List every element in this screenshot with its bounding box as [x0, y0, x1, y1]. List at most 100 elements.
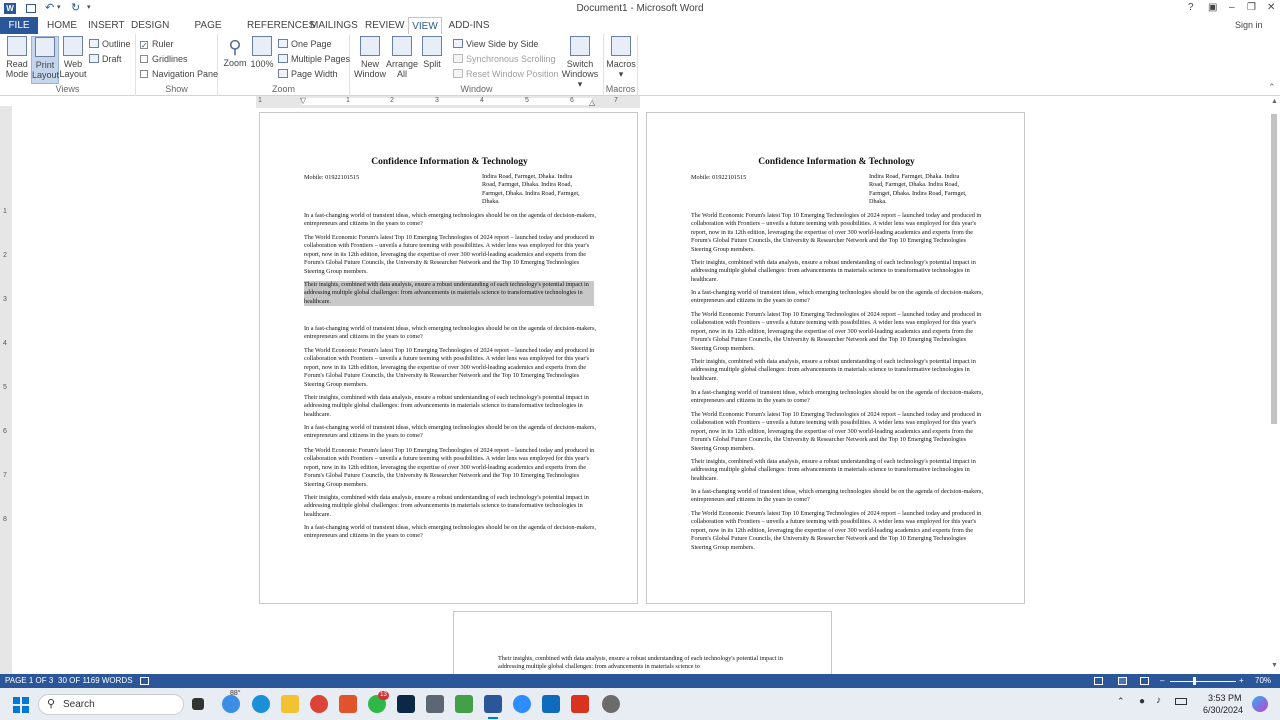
customize-toolbar-icon[interactable]: ▾ [87, 3, 91, 11]
scroll-down-icon[interactable]: ▼ [1271, 662, 1278, 669]
synchronous-scrolling-button[interactable]: Synchronous Scrolling [453, 53, 556, 66]
scrollbar-thumb[interactable] [1271, 114, 1277, 424]
print-layout-view-icon[interactable] [1118, 677, 1127, 685]
gridlines-checkbox[interactable]: Gridlines [140, 53, 188, 66]
ribbon-display-icon[interactable]: ▣ [1208, 2, 1217, 13]
scroll-up-icon[interactable]: ▲ [1271, 98, 1278, 105]
acrobat-icon[interactable] [571, 695, 589, 713]
zoom-level[interactable]: 70% [1255, 674, 1271, 688]
tab-home[interactable]: HOME [44, 17, 80, 34]
file-explorer-icon[interactable] [281, 695, 299, 713]
draft-button[interactable]: Draft [89, 53, 122, 66]
read-mode-view-icon[interactable] [1094, 677, 1103, 685]
tab-add-ins[interactable]: ADD-INS [448, 17, 490, 34]
volume-icon[interactable]: ♪ [1156, 695, 1161, 706]
ribbon-view: Read Mode Print Layout Web Layout Outlin… [0, 34, 1280, 96]
task-view-icon[interactable] [192, 698, 204, 710]
zoom-slider-thumb[interactable] [1193, 677, 1196, 685]
save-icon[interactable] [26, 4, 36, 13]
title-bar: W ↶ ▾ ↻ ▾ Document1 - Microsoft Word ? ▣… [0, 0, 1280, 17]
tab-file[interactable]: FILE [0, 17, 38, 34]
app-icon[interactable] [455, 695, 473, 713]
zoom-out-icon[interactable]: – [1160, 674, 1164, 688]
taskbar-search[interactable]: ⚲ Search [38, 694, 184, 715]
restore-icon[interactable]: ❐ [1247, 2, 1256, 13]
tab-review[interactable]: REVIEW [365, 17, 404, 34]
page-count[interactable]: PAGE 1 OF 3 [5, 674, 53, 688]
copilot-icon[interactable] [1252, 696, 1268, 712]
weather-icon[interactable] [222, 695, 240, 713]
indent-marker-icon[interactable]: ▽ [300, 96, 306, 105]
magnifier-icon: ⚲ [228, 37, 242, 57]
tab-design[interactable]: DESIGN [131, 17, 169, 34]
zoom-100-button[interactable]: 100% [250, 36, 274, 69]
split-button[interactable]: Split [418, 36, 446, 69]
brave-icon[interactable] [339, 695, 357, 713]
zoom-button[interactable]: ⚲ Zoom [222, 36, 248, 68]
paragraph: The World Economic Forum's latest Top 10… [691, 510, 982, 551]
help-icon[interactable]: ? [1188, 2, 1194, 13]
paragraph: The World Economic Forum's latest Top 10… [691, 311, 982, 352]
word-taskbar-icon[interactable] [484, 695, 502, 713]
web-layout-button[interactable]: Web Layout [59, 36, 87, 79]
collapse-ribbon-icon[interactable]: ⌃ [1268, 82, 1276, 93]
clock-date[interactable]: 6/30/2024 [1203, 705, 1243, 715]
ruler-checkbox[interactable]: ✓ Ruler [140, 38, 174, 51]
close-icon[interactable]: ✕ [1267, 2, 1275, 13]
whatsapp-badge: 13 [378, 691, 389, 700]
clock-time[interactable]: 3:53 PM [1208, 693, 1242, 703]
redo-icon[interactable]: ↻ [71, 1, 80, 14]
windows-start-icon[interactable] [13, 697, 29, 713]
paragraph: Their insights, combined with data analy… [691, 358, 976, 382]
mobile-text: Mobile: 01922101515 [304, 174, 360, 181]
zoom-slider[interactable] [1170, 681, 1236, 682]
tray-chevron-icon[interactable]: ⌃ [1117, 696, 1125, 707]
page-width-button[interactable]: Page Width [278, 68, 338, 81]
navigation-pane-checkbox[interactable]: Navigation Pane [140, 68, 218, 81]
page-1[interactable]: Confidence Information & Technology Mobi… [259, 112, 638, 604]
proofing-icon[interactable] [140, 677, 149, 685]
tab-view[interactable]: VIEW [408, 17, 442, 35]
tab-insert[interactable]: INSERT [88, 17, 125, 34]
vertical-ruler[interactable]: 1 2 3 4 5 6 7 8 [0, 106, 12, 676]
calculator-icon[interactable] [426, 695, 444, 713]
tab-page-layout[interactable]: PAGE LAYOUT [178, 17, 238, 48]
tab-mailings[interactable]: MAILINGS [310, 17, 358, 34]
right-indent-marker-icon[interactable]: △ [589, 98, 595, 107]
print-layout-button[interactable]: Print Layout [31, 36, 59, 84]
settings-icon[interactable] [602, 695, 620, 713]
outlook-icon[interactable] [542, 695, 560, 713]
multiple-pages-button[interactable]: Multiple Pages [278, 53, 350, 66]
word-icon[interactable]: W [4, 3, 16, 14]
new-window-button[interactable]: New Window [354, 36, 386, 79]
undo-dropdown-icon[interactable]: ▾ [57, 3, 61, 11]
word-count[interactable]: 30 OF 1169 WORDS [58, 674, 133, 688]
window-title: Document1 - Microsoft Word [576, 3, 704, 14]
outline-button[interactable]: Outline [89, 38, 131, 51]
edge-icon[interactable] [252, 695, 270, 713]
chrome-icon[interactable] [310, 695, 328, 713]
vertical-scrollbar[interactable]: ▲ ▼ [1268, 96, 1280, 674]
arrange-all-button[interactable]: Arrange All [386, 36, 418, 79]
horizontal-ruler[interactable]: 1 ▽ 1 2 3 4 5 6 △ 7 [256, 96, 640, 108]
sign-in-link[interactable]: Sign in [1235, 20, 1263, 30]
macros-button[interactable]: Macros ▾ [606, 36, 636, 79]
zoom-app-icon[interactable] [513, 695, 531, 713]
reset-window-position-button[interactable]: Reset Window Position [453, 68, 559, 81]
web-layout-view-icon[interactable] [1140, 677, 1149, 685]
read-mode-button[interactable]: Read Mode [3, 36, 31, 79]
photoshop-icon[interactable] [397, 695, 415, 713]
undo-icon[interactable]: ↶ [45, 1, 54, 14]
switch-windows-button[interactable]: Switch Windows ▾ [560, 36, 600, 89]
document-area[interactable]: 1 ▽ 1 2 3 4 5 6 △ 7 1 2 3 4 5 6 7 8 Conf… [0, 96, 1280, 691]
zoom-in-icon[interactable]: + [1239, 674, 1244, 688]
page-2[interactable]: Confidence Information & Technology Mobi… [646, 112, 1025, 604]
selected-paragraph: Their insights, combined with data analy… [304, 281, 594, 307]
one-page-button[interactable]: One Page [278, 38, 332, 51]
view-side-by-side-button[interactable]: View Side by Side [453, 38, 538, 51]
wifi-icon[interactable]: ● [1139, 696, 1145, 707]
taskbar: ⚲ Search 88° 13 ⌃ ● ♪ 3:53 PM 6/30/2024 [0, 688, 1280, 720]
battery-icon[interactable] [1175, 698, 1187, 705]
minimize-icon[interactable]: – [1229, 2, 1235, 13]
tab-references[interactable]: REFERENCES [247, 17, 315, 34]
